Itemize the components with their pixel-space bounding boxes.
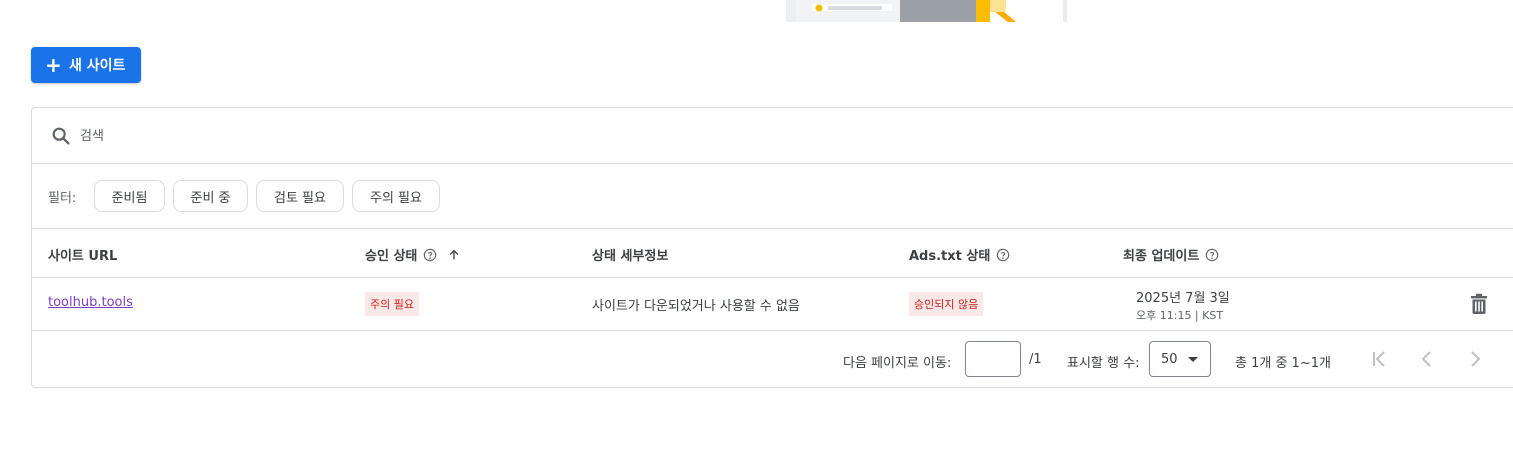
filter-bar: 필터: 준비됨 준비 중 검토 필요 주의 필요 bbox=[32, 164, 1513, 229]
column-header-approval-status[interactable]: 승인 상태 bbox=[365, 245, 461, 264]
goto-page-label: 다음 페이지로 이동: bbox=[843, 356, 952, 371]
last-updated-date: 2025년 7월 3일 bbox=[1136, 291, 1230, 306]
rows-per-page-select[interactable]: 50 bbox=[1149, 341, 1211, 377]
last-updated-time: 오후 11:15 | KST bbox=[1136, 309, 1224, 322]
table-header: 사이트 URL 승인 상태 상태 세부정보 Ads.txt 상태 최종 업데이트 bbox=[32, 229, 1513, 278]
search-input[interactable] bbox=[80, 124, 680, 148]
filter-chip-getting-ready[interactable]: 준비 중 bbox=[173, 180, 248, 212]
rows-per-page-value: 50 bbox=[1161, 351, 1178, 367]
table-row: toolhub.tools 주의 필요 사이트가 다운되었거나 사용할 수 없음… bbox=[32, 278, 1513, 331]
status-detail-text: 사이트가 다운되었거나 사용할 수 없음 bbox=[592, 299, 800, 314]
next-page-icon[interactable] bbox=[1463, 347, 1487, 371]
goto-page-input[interactable] bbox=[965, 341, 1021, 377]
delete-icon[interactable] bbox=[1469, 293, 1489, 315]
add-site-button[interactable]: + 새 사이트 bbox=[31, 47, 141, 83]
filter-label: 필터: bbox=[48, 191, 77, 206]
first-page-icon[interactable] bbox=[1367, 347, 1391, 371]
column-header-site-url[interactable]: 사이트 URL bbox=[48, 245, 117, 264]
ads-txt-status-badge: 승인되지 않음 bbox=[909, 292, 984, 316]
rows-per-page-label: 표시할 행 수: bbox=[1067, 356, 1140, 371]
help-icon[interactable] bbox=[996, 248, 1010, 262]
help-icon[interactable] bbox=[423, 248, 437, 262]
column-header-last-updated[interactable]: 최종 업데이트 bbox=[1123, 245, 1219, 264]
header-illustration bbox=[786, 0, 1067, 22]
help-icon[interactable] bbox=[1205, 248, 1219, 262]
approval-status-badge: 주의 필요 bbox=[365, 292, 419, 316]
page-total: /1 bbox=[1029, 352, 1042, 367]
column-header-ads-txt-status[interactable]: Ads.txt 상태 bbox=[909, 245, 1010, 264]
sort-ascending-icon[interactable] bbox=[447, 248, 461, 262]
filter-chip-needs-review[interactable]: 검토 필요 bbox=[256, 180, 344, 212]
add-site-label: 새 사이트 bbox=[69, 58, 126, 74]
filter-chip-ready[interactable]: 준비됨 bbox=[94, 180, 165, 212]
search-bar: ⊤ bbox=[32, 108, 1513, 164]
pagination-bar: 다음 페이지로 이동: /1 표시할 행 수: 50 총 1개 중 1~1개 bbox=[32, 331, 1513, 387]
site-url-link[interactable]: toolhub.tools bbox=[48, 295, 133, 310]
sites-table-card: ⊤ 필터: 준비됨 준비 중 검토 필요 주의 필요 사이트 URL 승인 상태… bbox=[31, 107, 1513, 388]
pagination-range: 총 1개 중 1~1개 bbox=[1235, 356, 1331, 371]
dropdown-caret-icon bbox=[1188, 357, 1198, 362]
column-header-status-detail[interactable]: 상태 세부정보 bbox=[592, 245, 668, 264]
plus-icon: + bbox=[45, 53, 62, 77]
filter-chip-needs-attention[interactable]: 주의 필요 bbox=[352, 180, 440, 212]
previous-page-icon[interactable] bbox=[1415, 347, 1439, 371]
search-icon bbox=[52, 127, 70, 145]
